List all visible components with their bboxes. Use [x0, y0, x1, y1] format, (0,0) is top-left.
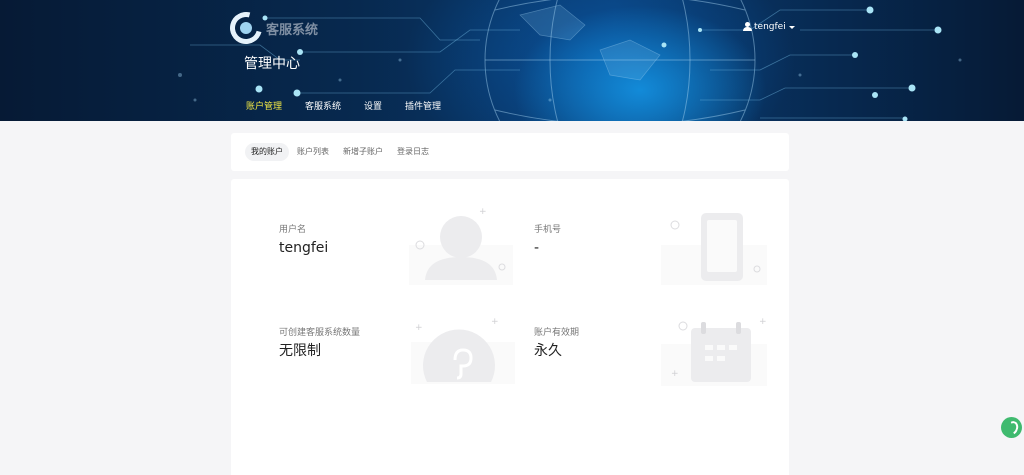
svg-text:+: + — [671, 369, 679, 379]
user-icon — [743, 22, 752, 32]
account-info-card: 用户名 tengfei + 手机号 - 可创建客服系统数量 无限制 + + 账户… — [231, 179, 789, 475]
tab-login-log[interactable]: 登录日志 — [391, 143, 435, 161]
user-menu[interactable]: tengfei — [743, 20, 795, 34]
caret-down-icon — [788, 25, 795, 29]
sub-tabs-card: 我的账户 账户列表 新增子账户 登录日志 — [231, 133, 789, 171]
top-nav: 账户管理 客服系统 设置 插件管理 — [246, 101, 464, 115]
nav-item-settings[interactable]: 设置 — [364, 101, 382, 115]
quota-field: 可创建客服系统数量 无限制 — [279, 327, 360, 360]
validity-label: 账户有效期 — [534, 328, 580, 338]
tab-account-list[interactable]: 账户列表 — [291, 143, 335, 161]
phone-value: - — [534, 240, 540, 256]
header-banner: 客服系统 管理中心 tengfei 账户管理 客服系统 设置 插件管理 — [0, 0, 1024, 121]
svg-text:+: + — [415, 323, 423, 333]
chat-widget-icon[interactable] — [1001, 417, 1022, 438]
username-label: 用户名 — [279, 225, 307, 235]
nav-item-customer-service-system[interactable]: 客服系统 — [305, 101, 341, 115]
nav-item-account-management[interactable]: 账户管理 — [246, 101, 282, 115]
person-illustration-icon: + — [409, 207, 513, 285]
quota-label: 可创建客服系统数量 — [279, 328, 361, 338]
page-title: 管理中心 — [244, 56, 300, 72]
quota-value: 无限制 — [279, 343, 321, 359]
phone-illustration-icon — [661, 213, 767, 285]
svg-text:+: + — [759, 317, 767, 327]
username-value: tengfei — [279, 240, 329, 256]
nav-item-plugin-management[interactable]: 插件管理 — [405, 101, 441, 115]
tech-network-decoration — [178, 0, 962, 121]
svg-text:+: + — [479, 207, 487, 217]
logo-text: 客服系统 — [266, 23, 319, 38]
phone-label: 手机号 — [534, 225, 562, 235]
link-illustration-icon: + + — [411, 317, 515, 384]
calendar-illustration-icon: + + — [661, 317, 767, 386]
app-logo[interactable]: 客服系统 — [224, 6, 342, 50]
svg-text:+: + — [491, 317, 499, 327]
username-field: 用户名 tengfei — [279, 224, 328, 257]
phone-field: 手机号 - — [534, 224, 561, 257]
user-name: tengfei — [754, 22, 786, 32]
sub-tabs: 我的账户 账户列表 新增子账户 登录日志 — [245, 143, 437, 161]
tab-add-sub-account[interactable]: 新增子账户 — [337, 143, 389, 161]
validity-field: 账户有效期 永久 — [534, 327, 579, 360]
validity-value: 永久 — [534, 343, 562, 359]
tab-my-account[interactable]: 我的账户 — [245, 143, 289, 161]
